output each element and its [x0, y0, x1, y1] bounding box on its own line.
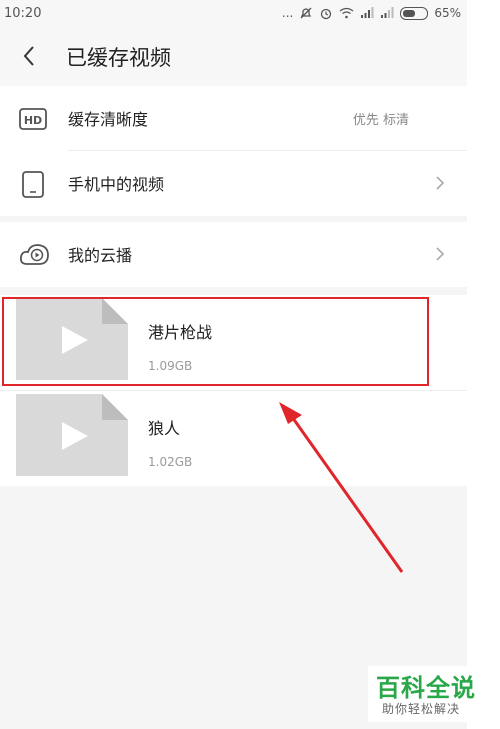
watermark-subtitle: 助你轻松解决 [382, 702, 461, 716]
watermark-logo: 百科全说 助你轻松解决 [368, 666, 488, 722]
watermark-title: 百科全说 [376, 674, 476, 702]
red-arrow-annotation [279, 402, 404, 573]
